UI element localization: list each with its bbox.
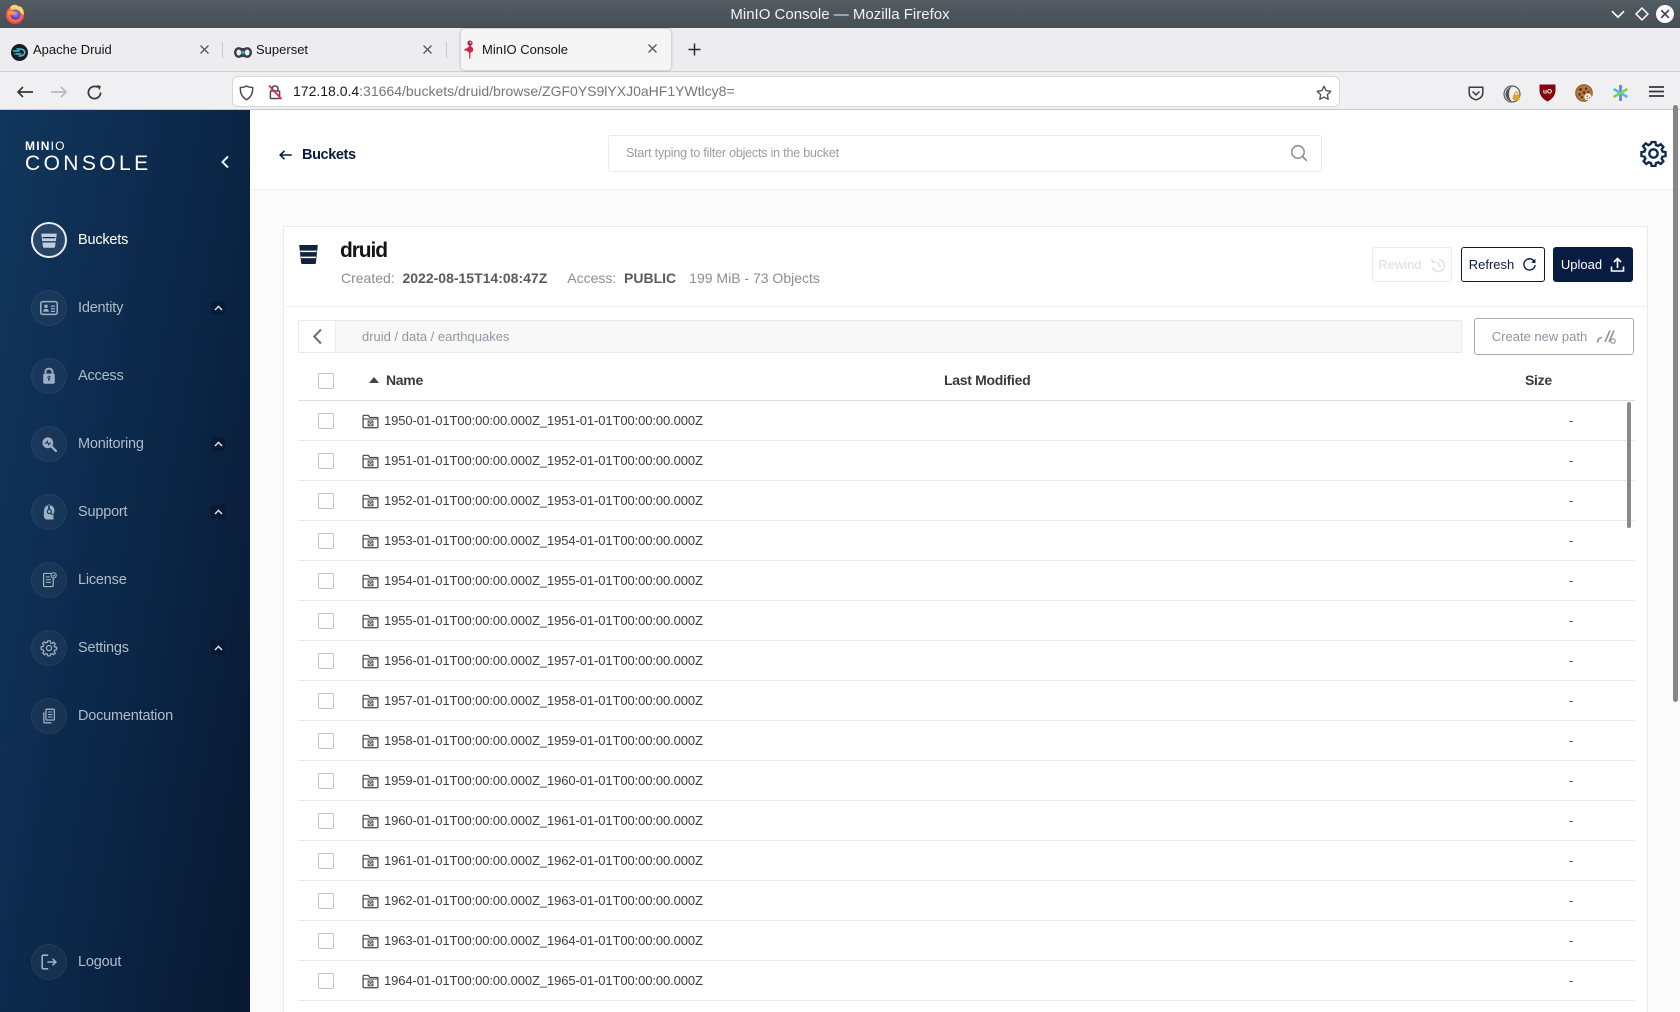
svg-text:uO: uO	[1543, 89, 1552, 96]
